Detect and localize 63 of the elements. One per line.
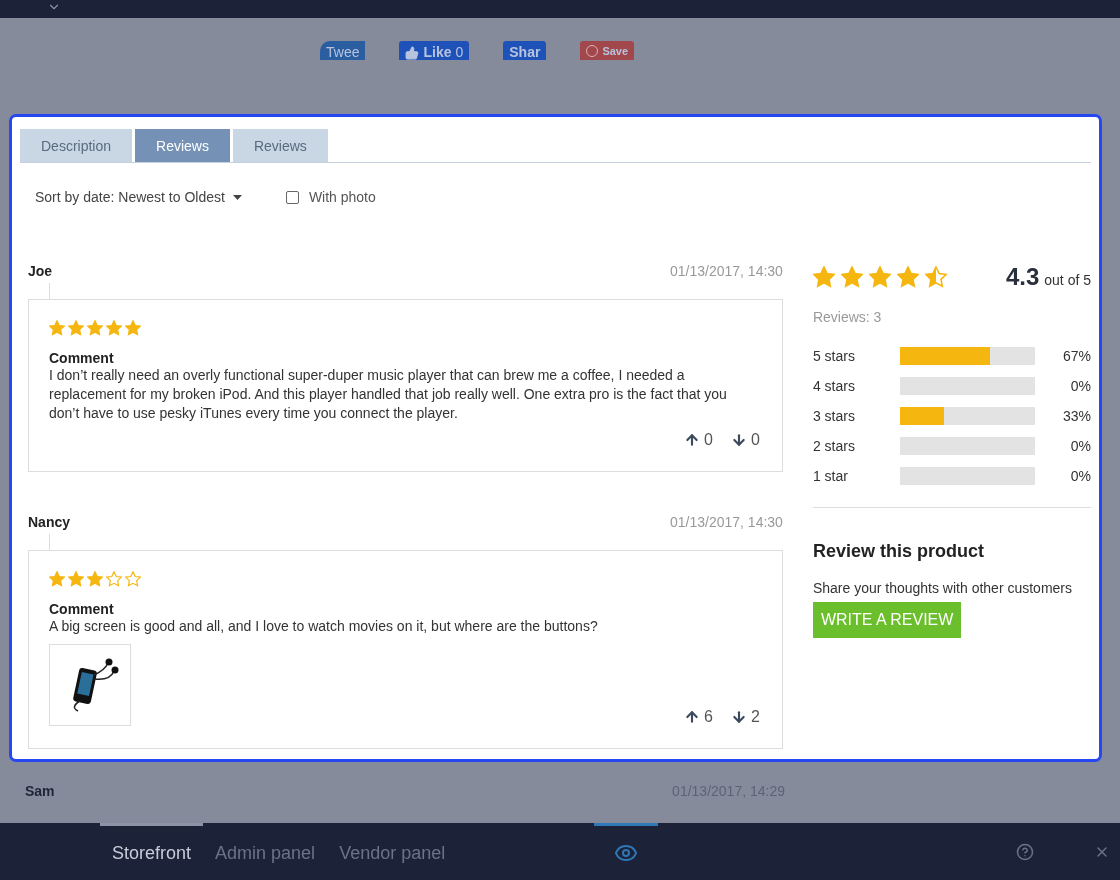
checkbox[interactable] [285,190,299,204]
rating-label: 2 stars [812,438,856,454]
star-icon [68,320,84,336]
review-date: 01/13/2017, 14:30 [670,263,783,279]
tab[interactable]: Reviews [232,129,328,162]
arrow-up-icon [684,709,701,725]
review-author: Sam [25,783,55,799]
empty-star-icon [106,571,122,587]
star-icon [106,320,122,336]
share-button[interactable]: Twee [320,41,366,60]
upvote-button[interactable]: 0 [684,431,713,449]
comment-text: I don’t really need an overly functional super-duper music player that can brew me a coffee, I needed a replacement for my broken iPod. And this player handled that job really well. One extra pro is the fact that you don’t have to use pesky iTunes every time you connect the player. [49,366,728,423]
section-title: Review this product [812,541,985,562]
comment-text: A big screen is good and all, and I love to watch movies on it, but where are the buttons? [49,617,599,636]
share-button[interactable]: Shar [503,41,547,60]
upvote-button[interactable]: 6 [684,708,713,726]
rating-percent: 0% [1069,378,1091,394]
caret-icon [232,194,242,200]
downvote-button[interactable]: 2 [731,708,760,726]
rating-score: 4.3 out of 5 [1005,263,1091,291]
star-icon [868,266,891,288]
tab[interactable]: Description [20,129,133,162]
section-text: Share your thoughts with other customers [812,580,1074,596]
share-button[interactable]: Save [580,41,635,60]
review-author: Joe [28,263,53,279]
arrow-down-icon [731,432,747,448]
star-icon [49,571,65,587]
comment-title: Comment [49,350,115,366]
share-button[interactable]: Like 0 [399,41,470,60]
write-review-button[interactable]: WRITE A REVIEW [812,602,962,638]
help-icon[interactable] [1016,842,1034,861]
review-author: Nancy [28,514,71,530]
star-icon [125,320,141,336]
rating-label: 1 star [812,468,849,484]
rating-percent: 0% [1069,468,1091,484]
half-star-icon [924,266,947,288]
star-icon [87,320,103,336]
comment-title: Comment [49,601,115,617]
downvote-button[interactable]: 0 [731,431,760,449]
star-icon [87,571,103,587]
sort-dropdown[interactable]: Sort by date: Newest to Oldest [35,189,242,205]
rating-label: 4 stars [812,378,856,394]
review-count: Reviews: 3 [812,309,883,325]
rating-percent: 67% [1061,348,1091,364]
tab[interactable]: Reviews [135,129,230,162]
checkbox-label: With photo [308,189,376,205]
star-icon [49,320,65,336]
panel-tab[interactable]: Storefront [100,823,204,880]
review-date: 01/13/2017, 14:30 [670,514,783,530]
rating-percent: 33% [1061,408,1091,424]
star-icon [812,266,835,288]
star-icon [840,266,863,288]
rating-label: 3 stars [812,408,856,424]
arrow-up-icon [684,432,701,448]
rating-percent: 0% [1069,438,1091,454]
empty-star-icon [125,571,141,587]
panel-tab[interactable]: Admin panel [203,823,328,880]
panel-tab[interactable]: Vendor panel [327,823,458,880]
rating-label: 5 stars [812,348,856,364]
thumbs-up-icon [405,46,420,60]
arrow-down-icon [731,709,747,725]
star-icon [68,571,84,587]
star-icon [896,266,919,288]
